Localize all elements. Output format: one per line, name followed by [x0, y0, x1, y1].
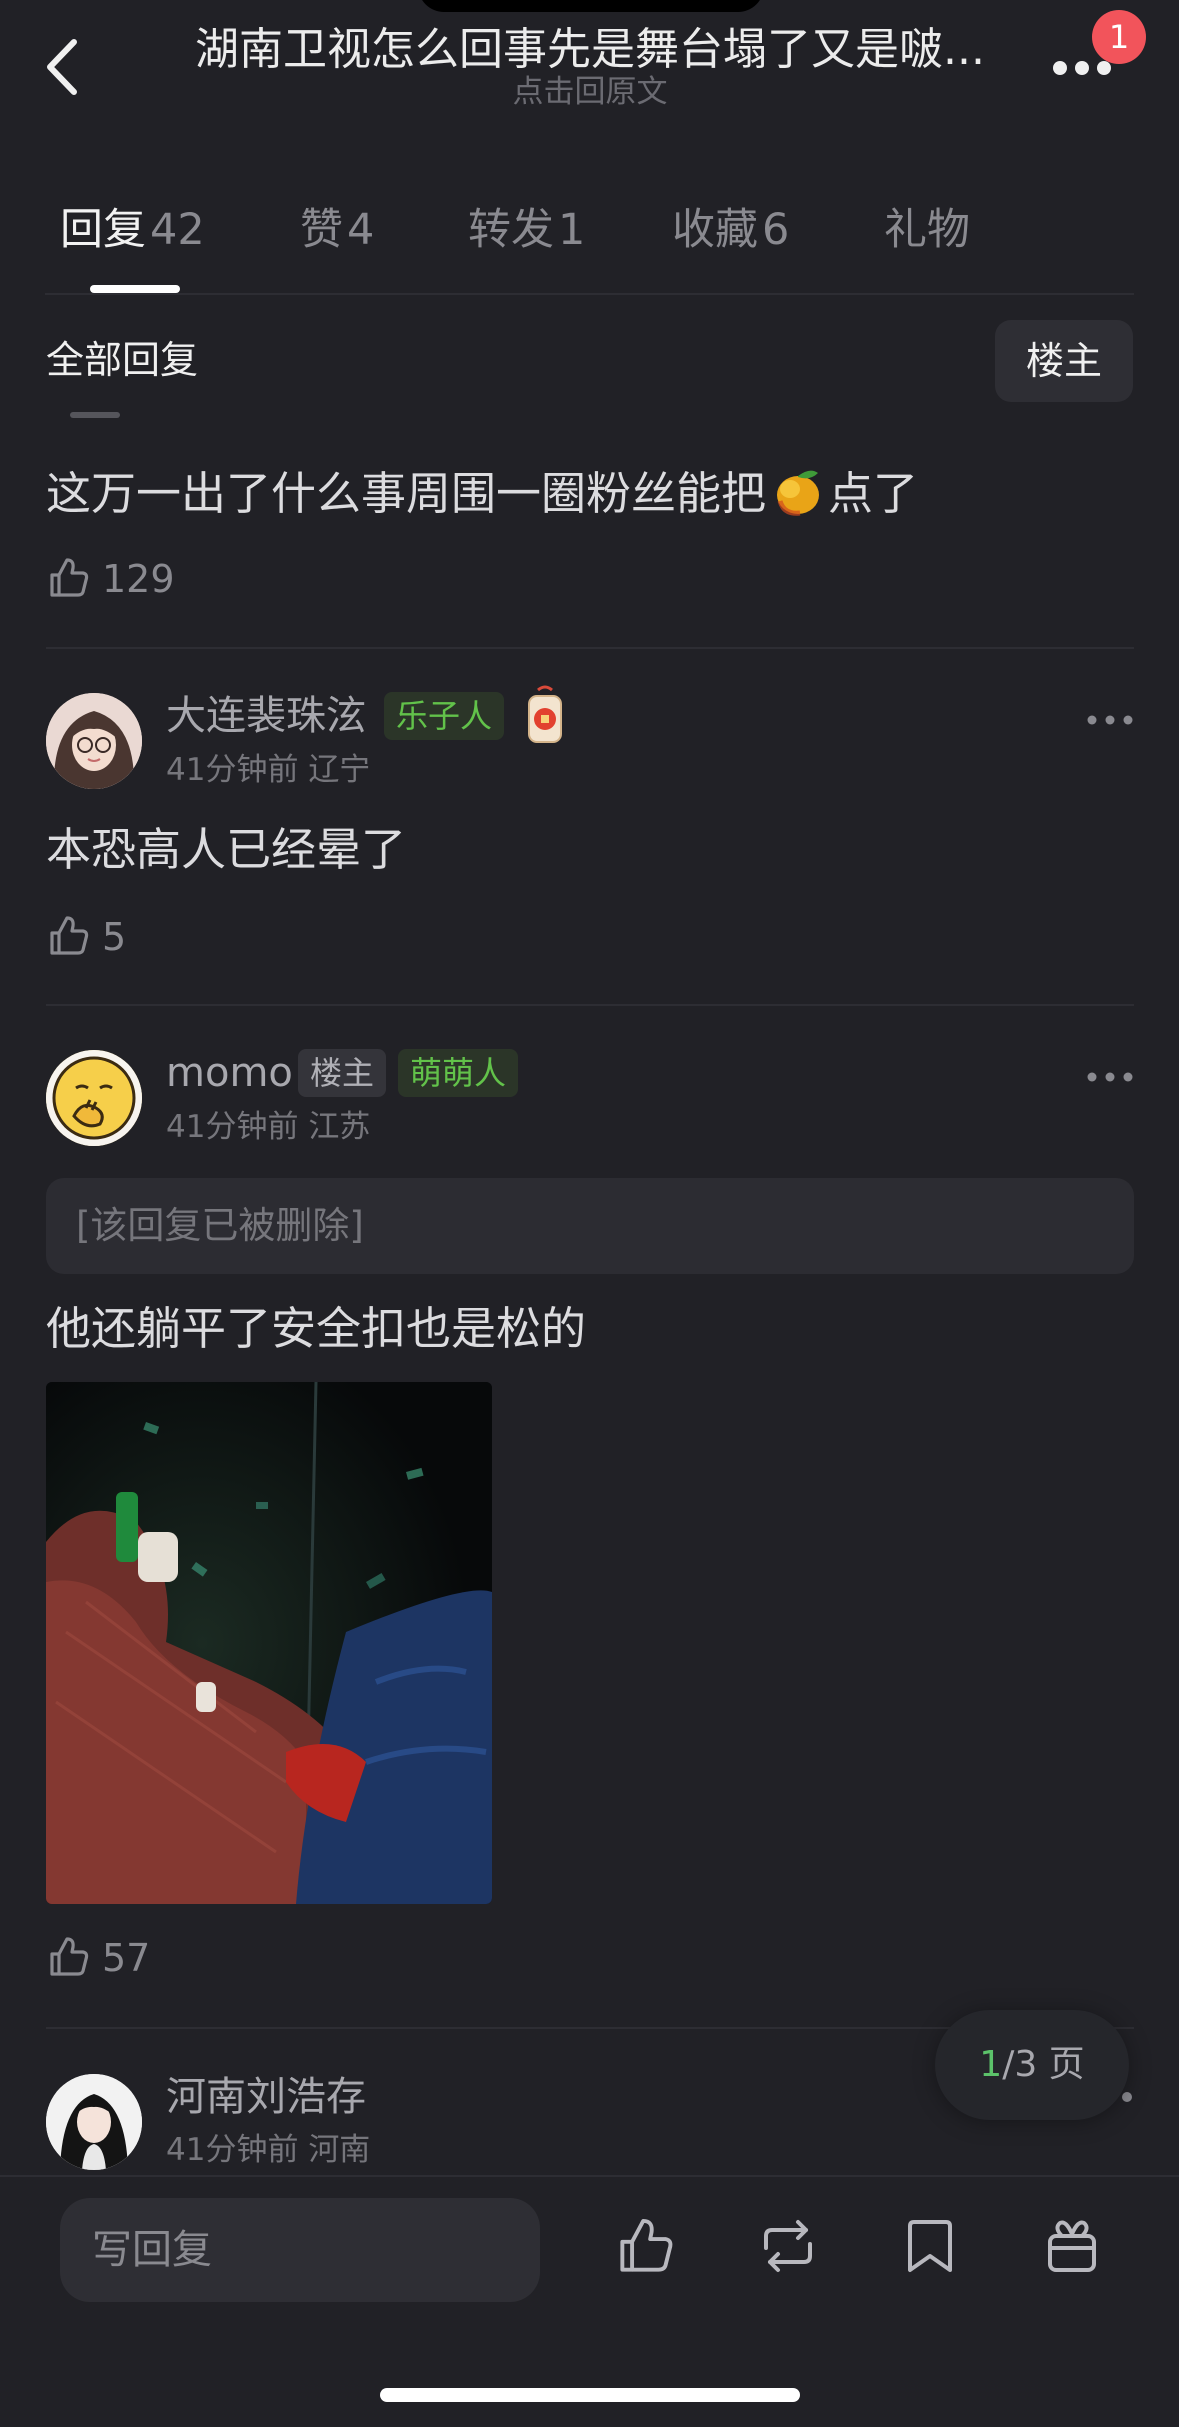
comment-location: 江苏: [308, 1109, 371, 1145]
active-tab-indicator: [90, 285, 180, 293]
back-to-original-link[interactable]: 点击回原文: [300, 72, 880, 112]
quoted-reply-text: [该回复已被删除]: [76, 1204, 364, 1247]
comment-text-part: 这万一出了什么事周围一圈粉丝能把: [46, 467, 767, 520]
total-pages: /3 页: [1002, 2044, 1085, 2085]
comment-time: 41分钟前: [166, 752, 299, 788]
comment-text-part: 点了: [828, 467, 919, 520]
comment-more-button[interactable]: [1080, 705, 1140, 735]
tab-count: 6: [762, 205, 790, 255]
comment-time: 41分钟前: [166, 2132, 299, 2168]
like-count: 5: [102, 915, 127, 959]
post-title[interactable]: 湖南卫视怎么回事先是舞台塌了又是啵...: [150, 20, 1030, 80]
avatar[interactable]: [46, 1050, 142, 1146]
tab-label: 礼物: [884, 205, 970, 255]
comment-location: 河南: [308, 2132, 371, 2168]
thumbs-up-icon: [50, 916, 89, 955]
comment-location: 辽宁: [308, 752, 371, 788]
tab-label: 回复: [60, 205, 146, 255]
comment-time: 41分钟前: [166, 1109, 299, 1145]
mango-emoji-icon: [777, 470, 820, 516]
repost-button[interactable]: [756, 2214, 820, 2278]
op-only-filter-button[interactable]: 楼主: [995, 320, 1133, 402]
tab-replies[interactable]: 回复42: [60, 195, 205, 265]
ellipsis-icon: [1087, 1072, 1133, 1082]
tab-count: 1: [558, 205, 586, 255]
divider: [45, 293, 1134, 295]
username[interactable]: 河南刘浩存: [166, 2069, 366, 2125]
tab-label: 收藏: [672, 205, 758, 255]
tab-favorites[interactable]: 收藏6: [672, 195, 789, 265]
comment-meta: 41分钟前 辽宁: [166, 748, 370, 792]
comment-text: 这万一出了什么事周围一圈粉丝能把 点了: [46, 462, 918, 526]
divider: [46, 647, 1134, 649]
comment-more-button[interactable]: [1080, 1062, 1140, 1092]
repost-icon: [764, 2220, 812, 2272]
like-button[interactable]: 5: [46, 909, 166, 965]
home-indicator: [380, 2388, 800, 2402]
thumbs-up-icon: [50, 1937, 89, 1976]
like-button[interactable]: 57: [46, 1930, 186, 1986]
like-count: 129: [102, 557, 175, 601]
tab-likes[interactable]: 赞4: [300, 195, 374, 265]
page-indicator[interactable]: 1/3 页: [935, 2010, 1129, 2120]
user-tag: 乐子人: [384, 692, 505, 740]
amulet-badge-icon: [520, 684, 570, 748]
ellipsis-icon: [1087, 715, 1133, 725]
tab-gifts[interactable]: 礼物: [884, 195, 970, 265]
tab-label: 赞: [300, 205, 343, 255]
bookmark-button[interactable]: [898, 2214, 962, 2278]
like-count: 57: [102, 1936, 151, 1980]
gift-button[interactable]: [1040, 2214, 1104, 2278]
tab-count: 4: [347, 205, 375, 255]
avatar-partial: [70, 412, 120, 418]
op-tag: 楼主: [298, 1049, 387, 1097]
back-button[interactable]: [36, 32, 96, 102]
gift-icon: [1048, 2220, 1096, 2272]
current-page: 1: [979, 2044, 1003, 2085]
bookmark-icon: [908, 2220, 952, 2272]
user-avatar-image: [46, 693, 142, 789]
chevron-left-icon: [47, 39, 77, 95]
comment-more-button[interactable]: [1122, 2092, 1132, 2102]
divider: [46, 1004, 1134, 1006]
notification-badge: 1: [1092, 10, 1146, 64]
user-avatar-image: [46, 1050, 142, 1146]
comment-meta: 41分钟前 江苏: [166, 1105, 370, 1149]
reply-placeholder: 写回复: [92, 2227, 212, 2273]
avatar[interactable]: [46, 2074, 142, 2170]
tab-count: 42: [150, 205, 205, 255]
tab-reposts[interactable]: 转发1: [468, 195, 585, 265]
user-avatar-image: [46, 2074, 142, 2170]
comment-text: 他还躺平了安全扣也是松的: [46, 1302, 587, 1355]
like-icon: [620, 2219, 673, 2272]
comment-meta: 41分钟前 河南: [166, 2128, 370, 2172]
device-notch: [418, 0, 764, 12]
like-post-button[interactable]: [614, 2214, 678, 2278]
all-replies-label: 全部回复: [46, 338, 199, 382]
comment-image[interactable]: [46, 1382, 492, 1904]
comment-text: 本恐高人已经晕了: [46, 823, 407, 876]
avatar[interactable]: [46, 693, 142, 789]
username[interactable]: 大连裴珠泫: [166, 688, 366, 744]
user-tag: 萌萌人: [398, 1049, 519, 1097]
thumbs-up-icon: [50, 558, 89, 597]
stage-photo-image: [46, 1382, 492, 1904]
like-button[interactable]: 129: [46, 551, 206, 607]
tab-label: 转发: [468, 205, 554, 255]
username[interactable]: momo: [166, 1045, 293, 1101]
